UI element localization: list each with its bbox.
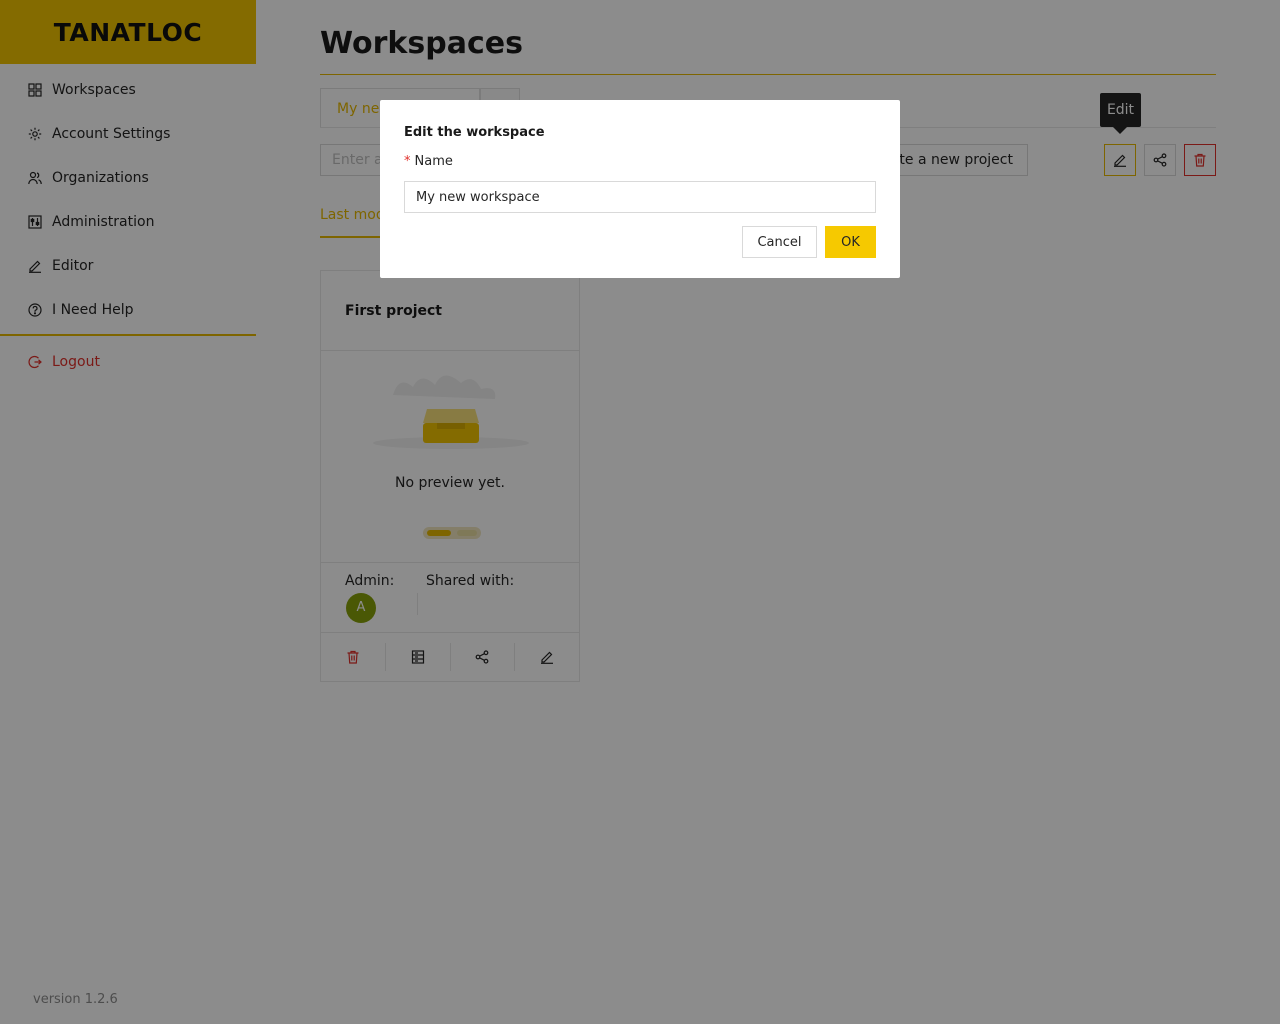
required-mark: *	[404, 154, 411, 169]
name-field-label: * Name	[404, 154, 876, 170]
cancel-button[interactable]: Cancel	[742, 226, 817, 258]
name-label-text: Name	[414, 154, 453, 169]
modal-footer: Cancel OK	[742, 226, 876, 258]
modal-title: Edit the workspace	[404, 125, 545, 140]
ok-button[interactable]: OK	[825, 226, 876, 258]
edit-workspace-modal: Edit the workspace *Name Cancel OK	[380, 100, 900, 278]
workspace-name-input[interactable]	[404, 181, 876, 213]
